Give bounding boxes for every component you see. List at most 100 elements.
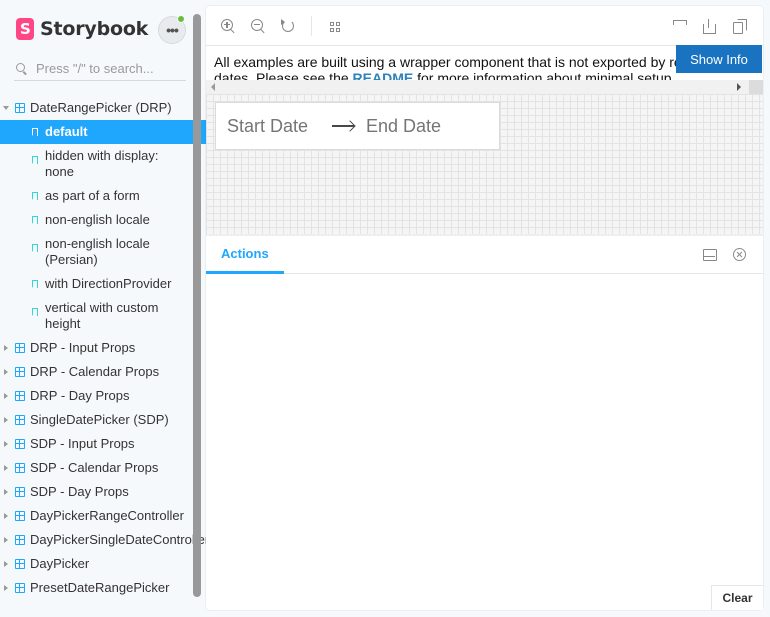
component-icon: [15, 487, 25, 497]
story-canvas: Start Date End Date: [206, 94, 763, 234]
tree-group[interactable]: PresetDateRangePicker: [0, 576, 206, 600]
component-icon: [15, 343, 25, 353]
start-date-input[interactable]: Start Date: [227, 116, 332, 137]
zoom-out-icon[interactable]: [249, 17, 267, 35]
panel-orientation-icon[interactable]: [703, 249, 717, 261]
story-non-english-locale[interactable]: non-english locale: [0, 208, 206, 232]
caret-right-icon: [4, 465, 8, 471]
story-vertical-custom-height[interactable]: vertical with custom height: [0, 296, 206, 336]
story-with-direction-provider[interactable]: with DirectionProvider: [0, 272, 206, 296]
bookmark-icon: [32, 308, 38, 316]
story-label: as part of a form: [45, 188, 140, 203]
tree-group-label: SDP - Day Props: [30, 484, 129, 499]
info-line-1: All examples are built using a wrapper c…: [214, 54, 682, 70]
tree-group-label: DateRangePicker (DRP): [30, 100, 172, 115]
search-input[interactable]: [36, 61, 186, 76]
date-range-picker: Start Date End Date: [215, 102, 500, 150]
caret-right-icon: [4, 513, 8, 519]
tree-group-label: SDP - Calendar Props: [30, 460, 159, 475]
tree-group[interactable]: SingleDatePicker (SDP): [0, 408, 206, 432]
story-label: default: [45, 124, 88, 139]
component-icon: [15, 367, 25, 377]
bookmark-icon: [32, 128, 38, 136]
component-icon: [15, 103, 25, 113]
brand-name: Storybook: [40, 18, 149, 40]
tree-group[interactable]: DayPicker: [0, 552, 206, 576]
tree-group[interactable]: SDP - Day Props: [0, 480, 206, 504]
zoom-reset-icon[interactable]: [279, 17, 297, 35]
search-bar: [14, 57, 186, 81]
tree-group[interactable]: SDP - Input Props: [0, 432, 206, 456]
tree-group[interactable]: SDP - Calendar Props: [0, 456, 206, 480]
tree-group-label: DRP - Input Props: [30, 340, 136, 355]
caret-down-icon: [3, 106, 9, 110]
search-icon: [16, 62, 28, 75]
horizontal-scrollbar[interactable]: [206, 80, 763, 94]
tree-group[interactable]: DRP - Day Props: [0, 384, 206, 408]
tree-group-label: DayPickerRangeController: [30, 508, 184, 523]
component-icon: [15, 463, 25, 473]
component-icon: [15, 391, 25, 401]
component-icon: [15, 511, 25, 521]
story-part-of-form[interactable]: as part of a form: [0, 184, 206, 208]
addons-panel: Actions Clear: [206, 236, 763, 610]
tree-group-label: PresetDateRangePicker: [30, 580, 170, 595]
arrow-right-icon: [332, 119, 356, 133]
bookmark-icon: [32, 244, 38, 252]
story-info-text: All examples are built using a wrapper c…: [214, 54, 684, 82]
caret-right-icon: [4, 537, 8, 543]
tree-group-drp[interactable]: DateRangePicker (DRP): [0, 96, 206, 120]
tree-group-label: SingleDatePicker (SDP): [30, 412, 169, 427]
tree-group-label: DRP - Calendar Props: [30, 364, 160, 379]
tree-group-label: SDP - Input Props: [30, 436, 135, 451]
tree-group[interactable]: DayPickerRangeController: [0, 504, 206, 528]
tree-group-label: DRP - Day Props: [30, 388, 130, 403]
tree-group[interactable]: DayPickerSingleDateController: [0, 528, 206, 552]
bookmark-icon: [32, 156, 38, 164]
scroll-left-icon[interactable]: [211, 83, 215, 91]
storybook-brand[interactable]: S Storybook: [16, 18, 148, 40]
caret-right-icon: [4, 393, 8, 399]
copy-link-icon[interactable]: [730, 17, 748, 35]
story-label: vertical with custom height: [45, 300, 159, 331]
scrollbar-corner: [749, 80, 763, 94]
component-icon: [15, 415, 25, 425]
caret-right-icon: [4, 441, 8, 447]
caret-right-icon: [4, 489, 8, 495]
zoom-in-icon[interactable]: [219, 17, 237, 35]
story-tree: DateRangePicker (DRP) default hidden wit…: [0, 96, 206, 600]
update-indicator: [177, 15, 185, 23]
story-non-english-locale-persian[interactable]: non-english locale (Persian): [0, 232, 206, 272]
caret-right-icon: [4, 417, 8, 423]
component-icon: [15, 559, 25, 569]
story-label: hidden with display: none: [45, 148, 159, 179]
end-date-input[interactable]: End Date: [366, 116, 441, 137]
preview-panel: All examples are built using a wrapper c…: [206, 6, 763, 234]
component-icon: [15, 535, 25, 545]
close-icon[interactable]: [733, 248, 746, 261]
caret-right-icon: [4, 345, 8, 351]
scroll-right-icon[interactable]: [737, 83, 741, 91]
bookmark-icon: [32, 280, 38, 288]
share-icon[interactable]: [700, 17, 718, 35]
grid-icon[interactable]: [330, 22, 340, 32]
story-hidden-display-none[interactable]: hidden with display: none: [0, 144, 206, 184]
sidebar: S Storybook ••• DateRangePicker (DRP) de…: [0, 0, 206, 617]
story-label: non-english locale: [45, 212, 150, 227]
preview-toolbar: [206, 6, 763, 46]
component-icon: [15, 439, 25, 449]
component-icon: [15, 583, 25, 593]
tree-group[interactable]: DRP - Input Props: [0, 336, 206, 360]
tree-group-label: DayPickerSingleDateController: [30, 532, 206, 547]
sidebar-menu-button[interactable]: •••: [158, 15, 186, 44]
clear-button[interactable]: Clear: [711, 585, 763, 610]
fullscreen-icon[interactable]: [670, 17, 688, 35]
sidebar-scrollbar[interactable]: [193, 14, 201, 597]
show-info-button[interactable]: Show Info: [676, 45, 762, 73]
story-default[interactable]: default: [0, 120, 206, 144]
story-label: non-english locale (Persian): [45, 236, 150, 267]
bookmark-icon: [32, 192, 38, 200]
tree-group[interactable]: DRP - Calendar Props: [0, 360, 206, 384]
tab-actions[interactable]: Actions: [206, 236, 284, 274]
addons-tabbar: Actions: [206, 236, 763, 274]
